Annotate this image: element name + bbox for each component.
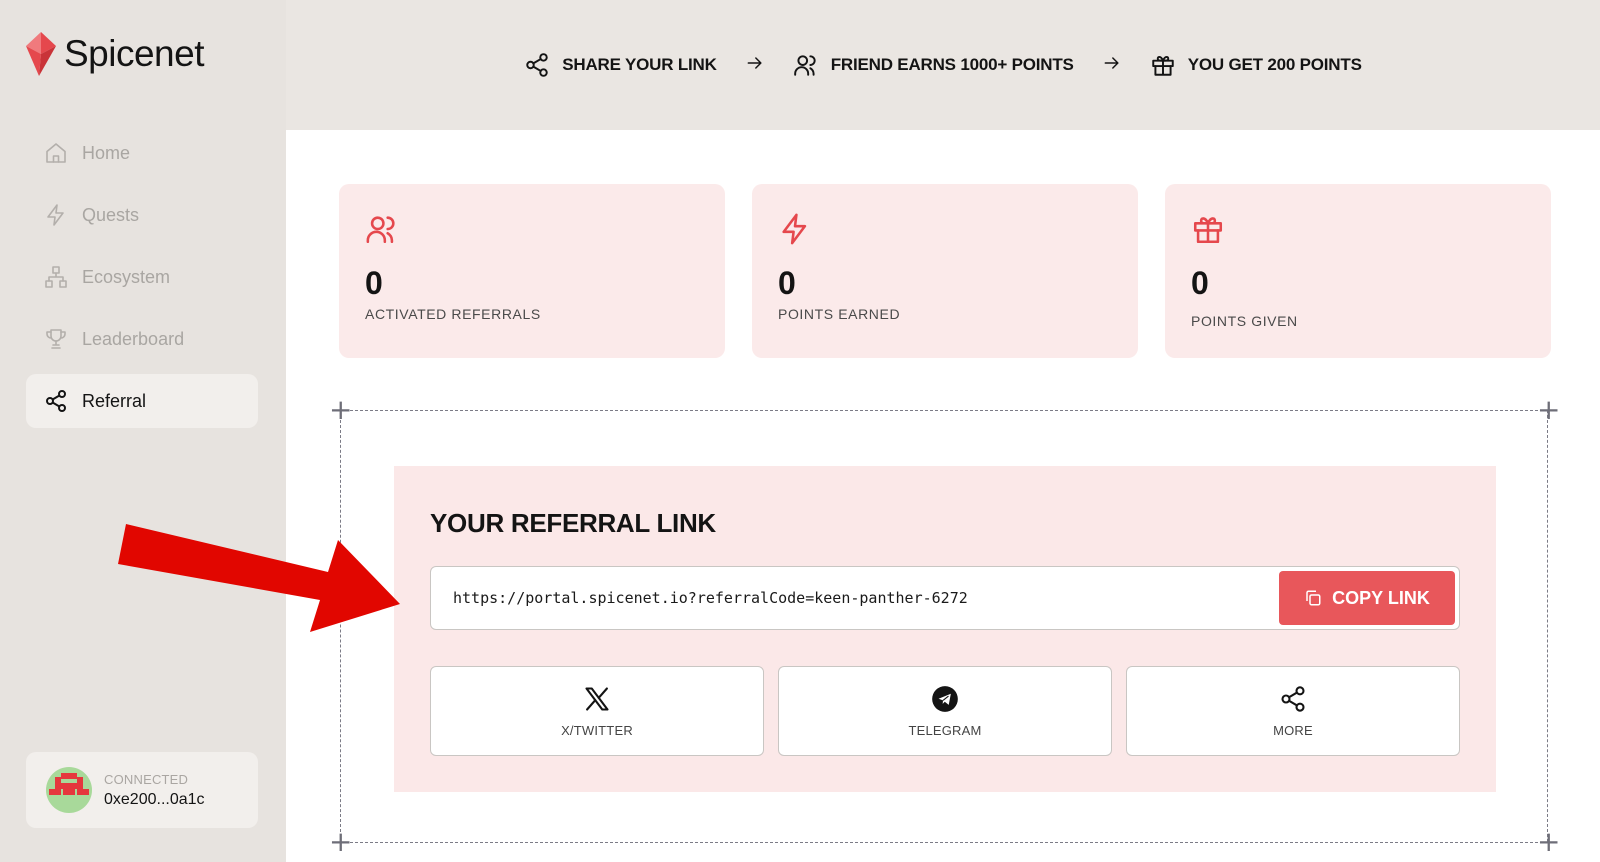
brand[interactable]: Spicenet <box>26 32 205 76</box>
sidebar-nav: Home Quests Ecosystem Leaderboard Referr… <box>26 126 258 436</box>
stat-value: 0 <box>1191 265 1209 301</box>
step-friend-earns: FRIEND EARNS 1000+ POINTS <box>793 52 1074 78</box>
stat-card-activated-referrals: 0 ACTIVATED REFERRALS <box>339 184 725 358</box>
step-label: YOU GET 200 POINTS <box>1187 55 1362 74</box>
stat-label: POINTS GIVEN <box>1191 313 1298 329</box>
trophy-icon <box>46 329 66 349</box>
annotation-arrow-icon <box>118 524 400 632</box>
stat-card-points-given: 0 POINTS GIVEN <box>1165 184 1551 358</box>
stat-card-points-earned: 0 POINTS EARNED <box>752 184 1138 358</box>
sidebar-item-home[interactable]: Home <box>26 126 258 180</box>
sidebar: Spicenet Home Quests Ecosystem Leaderboa… <box>0 0 286 862</box>
stat-label: POINTS EARNED <box>778 306 901 322</box>
share-button-label: X/TWITTER <box>561 722 633 738</box>
sidebar-item-ecosystem[interactable]: Ecosystem <box>26 250 258 304</box>
sidebar-item-quests[interactable]: Quests <box>26 188 258 242</box>
sidebar-item-label: Quests <box>82 204 140 225</box>
plus-corner-icon: + <box>329 393 353 426</box>
sidebar-item-label: Leaderboard <box>82 328 185 349</box>
share-icon <box>46 390 66 412</box>
share-button-label: TELEGRAM <box>908 722 982 738</box>
telegram-icon <box>932 685 958 712</box>
copy-link-button[interactable]: COPY LINK <box>1279 571 1455 625</box>
share-telegram-button[interactable]: TELEGRAM <box>778 666 1112 756</box>
arrow-right-icon <box>745 53 765 78</box>
wallet-status: CONNECTED <box>104 771 189 787</box>
sidebar-item-label: Referral <box>82 390 147 411</box>
sidebar-item-label: Home <box>82 142 131 163</box>
users-icon <box>366 216 395 244</box>
share-buttons-row: X/TWITTER TELEGRAM MORE <box>430 666 1460 756</box>
dashed-frame-bottom <box>340 842 1548 843</box>
app-root: Spicenet Home Quests Ecosystem Leaderboa… <box>0 0 1600 862</box>
wallet-info: CONNECTED 0xe200...0a1c <box>104 772 205 809</box>
brand-name: Spicenet <box>64 33 205 74</box>
share-x-twitter-button[interactable]: X/TWITTER <box>430 666 764 756</box>
users-icon <box>793 55 816 76</box>
sidebar-item-referral[interactable]: Referral <box>26 374 258 428</box>
arrow-right-icon <box>1102 53 1122 78</box>
referral-steps-banner: SHARE YOUR LINK FRIEND EARNS 1000+ POINT… <box>286 0 1600 130</box>
gift-icon <box>1193 217 1223 244</box>
step-you-get-points: YOU GET 200 POINTS <box>1150 52 1362 78</box>
home-icon <box>46 143 66 163</box>
panel-title: YOUR REFERRAL LINK <box>430 508 716 538</box>
stats-cards: 0 ACTIVATED REFERRALS 0 POINTS EARNED 0 … <box>339 184 1551 358</box>
lightning-icon <box>782 213 807 245</box>
share-button-label: MORE <box>1273 722 1313 738</box>
lightning-icon <box>47 204 64 226</box>
copy-icon <box>1306 590 1321 606</box>
spicenet-logo-icon <box>26 32 56 76</box>
step-label: FRIEND EARNS 1000+ POINTS <box>830 55 1074 74</box>
share-more-button[interactable]: MORE <box>1126 666 1460 756</box>
plus-corner-icon: + <box>329 825 353 858</box>
share-icon <box>1281 685 1305 712</box>
sitemap-icon <box>45 266 67 288</box>
gift-icon <box>1151 55 1174 76</box>
wallet-address: 0xe200...0a1c <box>104 790 205 808</box>
referral-link-text[interactable]: https://portal.spicenet.io?referralCode=… <box>453 589 968 607</box>
plus-corner-icon: + <box>1537 393 1561 426</box>
referral-link-panel: YOUR REFERRAL LINK https://portal.spicen… <box>394 466 1496 792</box>
stat-value: 0 <box>778 265 796 301</box>
x-twitter-icon <box>585 686 609 711</box>
sidebar-item-leaderboard[interactable]: Leaderboard <box>26 312 258 366</box>
copy-link-label: COPY LINK <box>1332 587 1430 608</box>
stat-value: 0 <box>365 265 383 301</box>
plus-corner-icon: + <box>1537 825 1561 858</box>
sidebar-item-label: Ecosystem <box>82 266 171 287</box>
step-share-link: SHARE YOUR LINK <box>524 52 717 78</box>
stat-label: ACTIVATED REFERRALS <box>365 306 541 322</box>
step-label: SHARE YOUR LINK <box>562 55 717 74</box>
referral-link-field[interactable]: https://portal.spicenet.io?referralCode=… <box>430 566 1460 630</box>
avatar <box>46 767 92 813</box>
share-icon <box>526 53 548 77</box>
wallet-status-card[interactable]: CONNECTED 0xe200...0a1c <box>26 752 258 828</box>
